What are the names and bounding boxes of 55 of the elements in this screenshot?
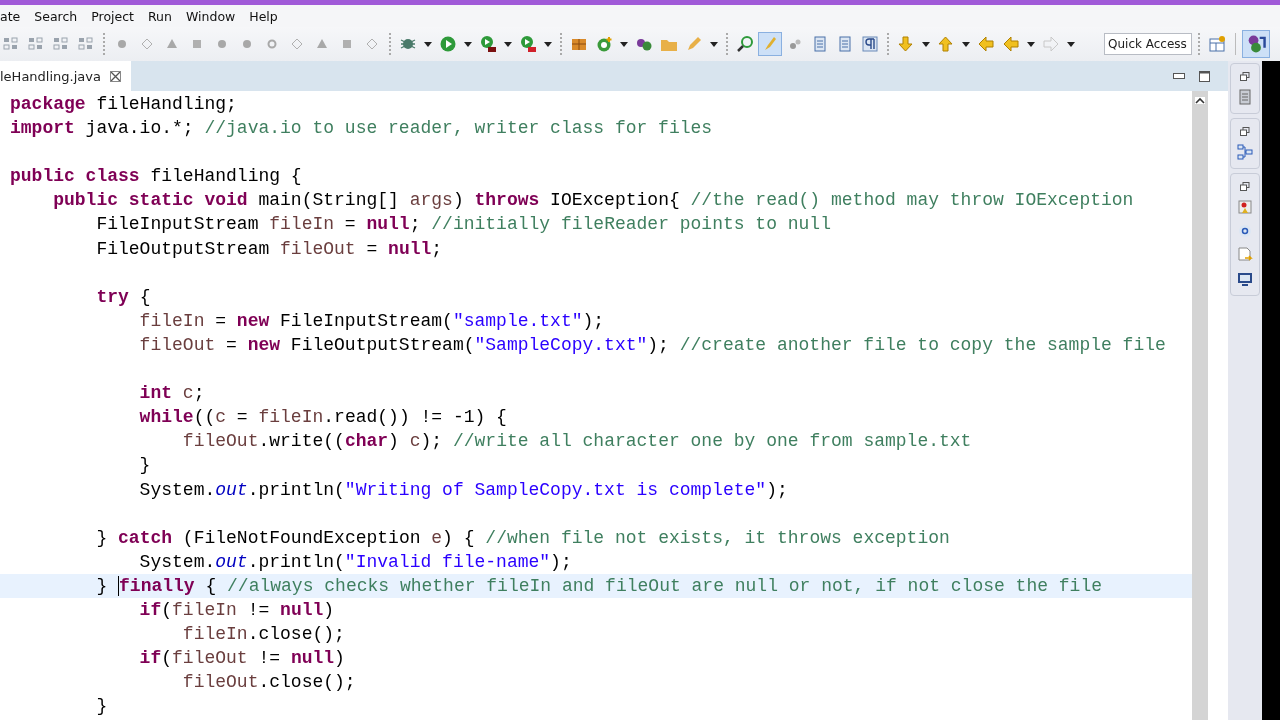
warning-icon[interactable] (1237, 199, 1253, 215)
restore-icon[interactable] (1240, 72, 1250, 81)
code-line: package fileHandling; (9, 93, 238, 116)
window-icon[interactable] (1206, 33, 1228, 55)
caret-icon[interactable] (504, 41, 512, 47)
code-line: public class fileHandling { (9, 165, 303, 189)
code-line: try { (95, 285, 152, 309)
code-line: } catch (FileNotFoundException e) { //when file not exists, it throws exception (95, 526, 951, 550)
caret-icon[interactable] (424, 41, 432, 47)
monitor-icon[interactable] (1237, 271, 1253, 287)
code-line: System.out.println("Writing of SampleCopy.txt is complete"); (138, 478, 789, 502)
menu-item[interactable]: Project (84, 6, 141, 26)
code-line: } (138, 454, 152, 478)
caret-icon[interactable] (962, 41, 970, 47)
pilcrow-icon[interactable] (859, 33, 881, 55)
code-line: fileIn.close(); (181, 623, 346, 647)
document-icon[interactable] (1237, 247, 1253, 263)
menu-item[interactable]: Search (27, 6, 85, 26)
caret-icon[interactable] (464, 41, 472, 47)
menu-item[interactable]: Help (242, 6, 285, 26)
code-line: System.out.println("Invalid file-name"); (138, 550, 573, 574)
menu-item[interactable]: ate (0, 6, 28, 26)
code-line: } (95, 695, 109, 719)
caret-icon[interactable] (544, 41, 552, 47)
scroll-up-icon[interactable] (1195, 97, 1205, 104)
outline-icon[interactable] (1237, 144, 1253, 160)
restore-icon[interactable] (1240, 127, 1250, 136)
code-line: FileOutputStream fileOut = null; (95, 237, 444, 261)
caret-icon[interactable] (922, 41, 930, 47)
code-line: import java.io.*; //java.io to use reader, writer class for files (9, 117, 714, 141)
code-line: if(fileIn != null) (138, 598, 336, 622)
caret-icon[interactable] (710, 41, 718, 47)
close-icon[interactable] (109, 70, 121, 82)
code-line: while((c = fileIn.read()) != -1) { (138, 406, 508, 430)
minimize-icon[interactable] (1173, 73, 1185, 79)
code-line: int c; (138, 382, 206, 406)
scrollbar[interactable] (1192, 91, 1208, 720)
code-line: public static void main(String[] args) throws IOException{ //the read() method may throw IOException (52, 189, 1135, 213)
perspective-icon[interactable] (1243, 31, 1269, 57)
code-line: fileIn = new FileInputStream("sample.txt"); (138, 309, 606, 333)
code-line: fileOut.close(); (181, 671, 357, 695)
caret-icon[interactable] (620, 41, 628, 47)
maximize-icon[interactable] (1199, 70, 1210, 82)
document-icon[interactable] (1237, 89, 1253, 105)
code-line: fileOut = new FileOutputStream("SampleCopy.txt"); //create another file to copy the sample file (138, 333, 1167, 357)
caret-icon[interactable] (1027, 41, 1035, 47)
caret-icon[interactable] (1067, 41, 1075, 47)
restore-icon[interactable] (1240, 182, 1250, 191)
menu-item[interactable]: Run (141, 6, 179, 26)
editor-tab[interactable]: leHandling.java (0, 61, 131, 91)
code-line: FileInputStream fileIn = null; //initially fileReader points to null (95, 213, 832, 237)
quick-access-field[interactable]: Quick Access (1104, 33, 1192, 55)
code-line: if(fileOut != null) (138, 647, 346, 671)
menu-item[interactable]: Window (178, 6, 243, 26)
code-line: fileOut.write((char) c); //write all character one by one from sample.txt (181, 430, 973, 454)
